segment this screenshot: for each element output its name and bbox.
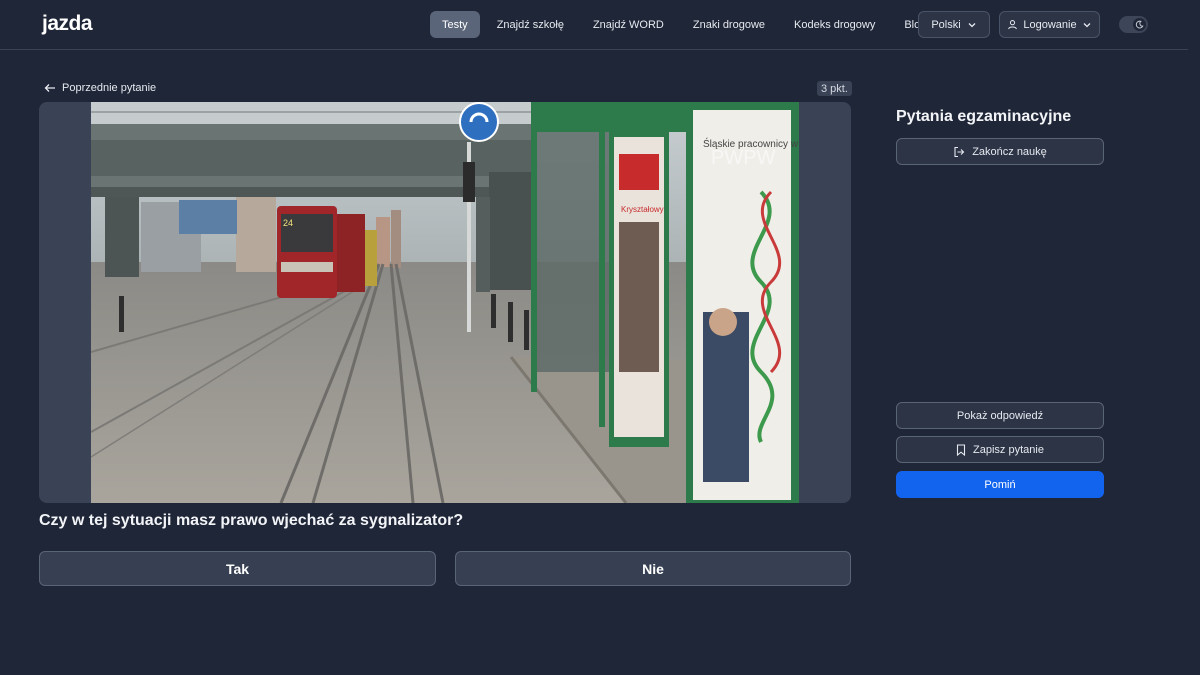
logout-icon: [954, 146, 965, 157]
jazda-logo[interactable]: jazda: [42, 12, 93, 36]
save-question-label: Zapisz pytanie: [973, 443, 1044, 456]
finish-learning-label: Zakończ naukę: [972, 145, 1047, 158]
bookmark-icon: [956, 443, 966, 456]
user-icon: [1008, 20, 1018, 30]
save-question-button[interactable]: Zapisz pytanie: [896, 436, 1104, 463]
top-navigation-bar: jazda Testy Znajdź szkołę Znajdź WORD Zn…: [0, 0, 1188, 50]
login-label: Logowanie: [1023, 18, 1077, 31]
show-answer-button[interactable]: Pokaż odpowiedź: [896, 402, 1104, 429]
question-photo: 24 Kryształowy Śląskie pracownicy w gena…: [91, 102, 799, 503]
logo-text: jazda: [42, 12, 93, 35]
nav-item-find-word[interactable]: Znajdź WORD: [581, 11, 676, 38]
nav-item-road-signs[interactable]: Znaki drogowe: [681, 11, 777, 38]
nav-item-traffic-code[interactable]: Kodeks drogowy: [782, 11, 887, 38]
language-label: Polski: [931, 18, 961, 31]
svg-text:PWPW: PWPW: [711, 147, 776, 169]
main-nav: Testy Znajdź szkołę Znajdź WORD Znaki dr…: [430, 11, 943, 38]
svg-text:Kryształowy: Kryształowy: [621, 205, 664, 214]
previous-question-link[interactable]: Poprzednie pytanie: [44, 81, 156, 95]
login-button[interactable]: Logowanie: [999, 11, 1100, 38]
skip-label: Pomiń: [984, 478, 1016, 491]
svg-text:24: 24: [283, 218, 293, 228]
show-answer-label: Pokaż odpowiedź: [956, 409, 1044, 422]
points-badge: 3 pkt.: [817, 81, 852, 96]
skip-button[interactable]: Pomiń: [896, 471, 1104, 498]
question-media: 24 Kryształowy Śląskie pracownicy w gena…: [39, 102, 851, 503]
language-select[interactable]: Polski: [918, 11, 990, 38]
toggle-knob: [1133, 18, 1146, 31]
nav-item-find-school[interactable]: Znajdź szkołę: [485, 11, 576, 38]
nav-item-tests[interactable]: Testy: [430, 11, 480, 38]
answer-no-button[interactable]: Nie: [455, 551, 851, 586]
finish-learning-button[interactable]: Zakończ naukę: [896, 138, 1104, 165]
arrow-left-icon: [44, 84, 55, 92]
theme-toggle[interactable]: [1119, 16, 1148, 33]
chevron-down-icon: [1083, 22, 1091, 27]
panel-title: Pytania egzaminacyjne: [896, 108, 1072, 125]
previous-question-label: Poprzednie pytanie: [62, 82, 157, 94]
moon-icon: [1135, 20, 1144, 29]
question-text: Czy w tej sytuacji masz prawo wjechać za…: [39, 512, 464, 529]
chevron-down-icon: [968, 22, 976, 27]
answer-yes-button[interactable]: Tak: [39, 551, 436, 586]
